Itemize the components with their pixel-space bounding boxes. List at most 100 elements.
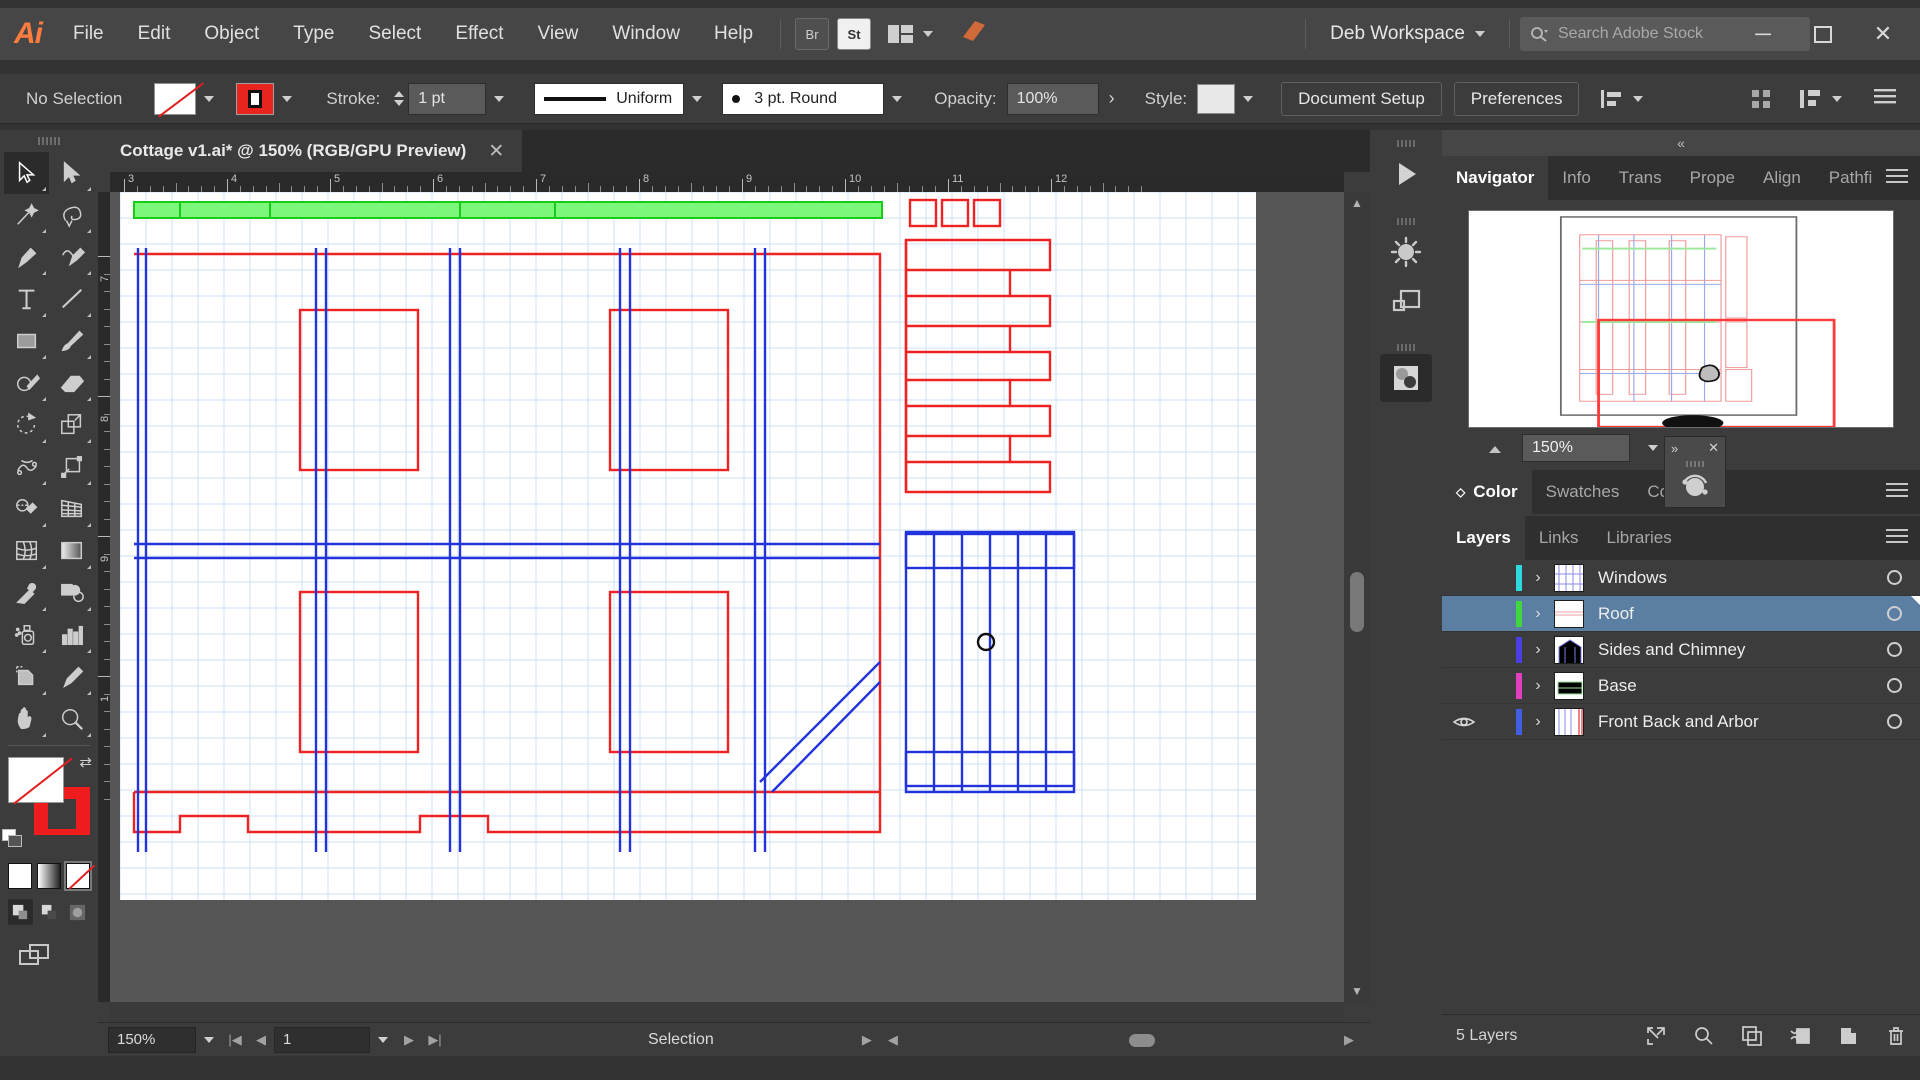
bridge-button[interactable]: Br: [795, 18, 830, 50]
stroke-weight-input[interactable]: 1 pt: [408, 82, 487, 115]
collapse-panels-button[interactable]: «: [1442, 130, 1920, 156]
tab-navigator[interactable]: Navigator: [1442, 156, 1549, 200]
stroke-profile-select[interactable]: Uniform: [534, 82, 685, 115]
stroke-weight-dropdown[interactable]: [486, 84, 512, 114]
shaper-tool[interactable]: [4, 362, 49, 404]
symbol-sprayer-tool[interactable]: [4, 614, 49, 656]
symbols-panel-icon-cell[interactable]: [1370, 208, 1442, 334]
layer-row[interactable]: › Base: [1442, 668, 1920, 704]
artboard-dropdown[interactable]: [370, 1025, 396, 1055]
opacity-input[interactable]: 100%: [1006, 82, 1099, 115]
navigator-zoom-input[interactable]: 150%: [1522, 434, 1630, 462]
style-dropdown[interactable]: [1235, 84, 1261, 114]
tab-color[interactable]: ◇ Color: [1442, 470, 1532, 514]
minimize-button[interactable]: ─: [1736, 11, 1790, 57]
brush-definition-dropdown[interactable]: [884, 84, 910, 114]
floating-mini-panel[interactable]: » ✕: [1664, 436, 1726, 508]
panel-grip[interactable]: [1370, 340, 1442, 354]
toolbar-grip[interactable]: [0, 130, 98, 152]
transform-options-button[interactable]: [1798, 87, 1842, 111]
stock-button[interactable]: St: [837, 18, 872, 50]
close-icon[interactable]: ✕: [1708, 440, 1719, 456]
document-setup-button[interactable]: Document Setup: [1281, 81, 1442, 116]
menu-item-select[interactable]: Select: [352, 8, 439, 60]
paintbrush-tool[interactable]: [49, 320, 94, 362]
maximize-button[interactable]: [1796, 11, 1850, 57]
blend-tool[interactable]: [49, 572, 94, 614]
horizontal-ruler[interactable]: 3 4 5 6 7 8 9 10 11 12: [110, 172, 1344, 192]
next-artboard-icon[interactable]: ▶: [396, 1027, 422, 1053]
lasso-tool[interactable]: [49, 194, 94, 236]
artboard-artwork[interactable]: [120, 192, 1256, 900]
rotate-refresh-icon-wrap[interactable]: [1665, 469, 1725, 503]
fill-dropdown-button[interactable]: [196, 84, 222, 114]
panel-grip[interactable]: [1370, 136, 1442, 150]
screen-mode-button[interactable]: [0, 931, 98, 976]
slice-tool[interactable]: [49, 656, 94, 698]
eyedropper-tool[interactable]: [4, 572, 49, 614]
shape-builder-tool[interactable]: [4, 488, 49, 530]
line-segment-tool[interactable]: [49, 278, 94, 320]
appearance-panel-icon-cell[interactable]: [1370, 334, 1442, 412]
layer-name[interactable]: Roof: [1584, 604, 1868, 624]
menu-item-help[interactable]: Help: [697, 8, 770, 60]
tab-info[interactable]: Info: [1548, 156, 1604, 200]
vertical-scrollbar[interactable]: ▲ ▼: [1344, 192, 1370, 1002]
layer-name[interactable]: Base: [1584, 676, 1868, 696]
layers-panel-menu-icon[interactable]: [1886, 529, 1908, 547]
layer-expand-chevron-icon[interactable]: ›: [1522, 641, 1554, 659]
zoom-out-icon[interactable]: [1486, 438, 1512, 458]
layer-row[interactable]: › Windows: [1442, 560, 1920, 596]
scroll-down-icon[interactable]: ▼: [1344, 980, 1370, 1002]
stroke-profile-dropdown[interactable]: [684, 84, 710, 114]
grid-toggle-button[interactable]: [1750, 87, 1776, 111]
artboard-tool[interactable]: [4, 656, 49, 698]
curvature-tool[interactable]: [49, 236, 94, 278]
menu-item-file[interactable]: File: [56, 8, 121, 60]
draw-behind-button[interactable]: [37, 899, 62, 925]
gradient-tool[interactable]: [49, 530, 94, 572]
make-clipping-mask-icon[interactable]: [1776, 1025, 1824, 1047]
menu-item-edit[interactable]: Edit: [121, 8, 188, 60]
magic-wand-tool[interactable]: [4, 194, 49, 236]
layer-expand-chevron-icon[interactable]: ›: [1522, 605, 1554, 623]
graphic-style-swatch[interactable]: [1197, 83, 1236, 114]
draw-normal-button[interactable]: [8, 899, 33, 925]
fill-swatch-large[interactable]: [8, 757, 64, 803]
pen-tool[interactable]: [4, 236, 49, 278]
close-button[interactable]: ✕: [1856, 11, 1910, 57]
layer-expand-chevron-icon[interactable]: ›: [1522, 713, 1554, 731]
tab-trans[interactable]: Trans: [1605, 156, 1676, 200]
menu-item-window[interactable]: Window: [595, 8, 697, 60]
play-action-icon-wrap[interactable]: [1370, 150, 1442, 198]
tab-align[interactable]: Align: [1749, 156, 1815, 200]
search-icon[interactable]: [1680, 1025, 1728, 1047]
navigator-panel-menu-icon[interactable]: [1886, 169, 1908, 187]
layer-target-indicator[interactable]: [1868, 678, 1920, 693]
none-mode-button[interactable]: [64, 861, 92, 891]
canvas-viewport[interactable]: [110, 192, 1344, 1002]
workspace-switcher[interactable]: Deb Workspace: [1316, 23, 1499, 45]
panel-grip[interactable]: [1370, 214, 1442, 228]
artboards-icon-wrap[interactable]: [1370, 276, 1442, 324]
opacity-options-button[interactable]: ›: [1099, 88, 1125, 109]
layer-name[interactable]: Windows: [1584, 568, 1868, 588]
vertical-scroll-thumb[interactable]: [1350, 572, 1364, 632]
align-options-button[interactable]: [1599, 87, 1644, 111]
hand-tool[interactable]: [4, 698, 49, 740]
document-tab[interactable]: Cottage v1.ai* @ 150% (RGB/GPU Preview) …: [98, 130, 523, 172]
first-artboard-icon[interactable]: |◀: [222, 1027, 248, 1053]
layer-visibility-toggle[interactable]: [1442, 714, 1486, 730]
direct-selection-tool[interactable]: [49, 152, 94, 194]
stroke-weight-stepper[interactable]: [390, 83, 408, 115]
navigator-thumbnail[interactable]: [1468, 210, 1894, 428]
last-artboard-icon[interactable]: ▶|: [422, 1027, 448, 1053]
status-forward-icon[interactable]: ▶: [1336, 1027, 1362, 1053]
tab-layers[interactable]: Layers: [1442, 516, 1525, 560]
layer-target-indicator[interactable]: [1868, 642, 1920, 657]
menu-item-object[interactable]: Object: [187, 8, 276, 60]
prev-artboard-icon[interactable]: ◀: [248, 1027, 274, 1053]
menu-item-effect[interactable]: Effect: [438, 8, 520, 60]
type-tool[interactable]: [4, 278, 49, 320]
tab-swatches[interactable]: Swatches: [1532, 470, 1634, 514]
